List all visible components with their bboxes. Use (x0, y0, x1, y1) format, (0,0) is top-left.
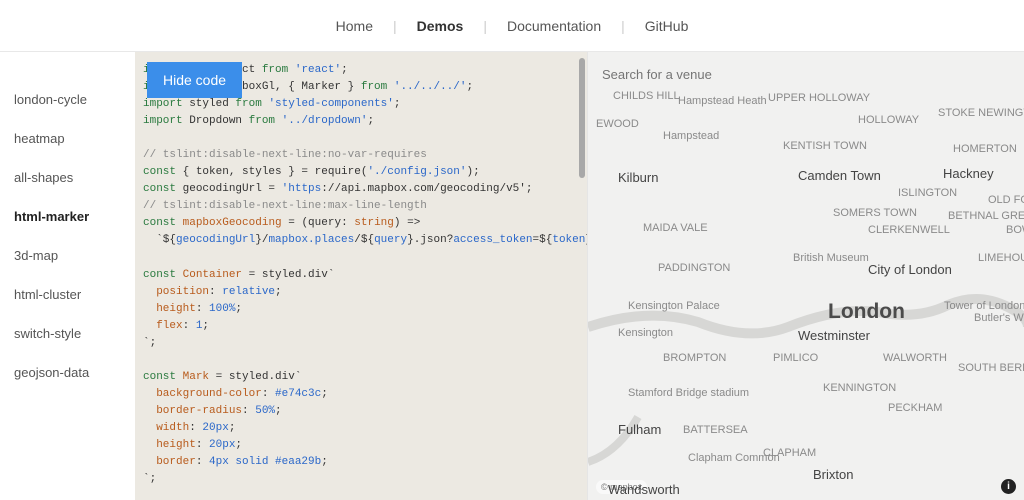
search-input[interactable] (602, 58, 1010, 90)
map-label: Hackney (943, 166, 994, 181)
code-block[interactable]: import * as React from 'react'; import R… (143, 62, 573, 500)
map-label: City of London (868, 262, 952, 277)
map-label: KENNINGTON (823, 382, 896, 394)
map-label: Hampstead Heath (678, 95, 767, 107)
map-label: Wandsworth (608, 482, 680, 497)
map-label: HOMERTON (953, 143, 1017, 155)
map-label: Westminster (798, 328, 870, 343)
nav-home[interactable]: Home (334, 14, 375, 38)
map-label: Clapham Common (688, 452, 780, 464)
map-label: CLERKENWELL (868, 224, 950, 236)
nav-separator: | (483, 18, 487, 34)
map-label: BATTERSEA (683, 424, 748, 436)
sidebar-item-london-cycle[interactable]: london-cycle (14, 80, 121, 119)
map-label: Kensington (618, 327, 673, 339)
sidebar-item-html-cluster[interactable]: html-cluster (14, 275, 121, 314)
map-label: HOLLOWAY (858, 114, 919, 126)
map-label: British Museum (793, 252, 869, 264)
top-nav: Home | Demos | Documentation | GitHub (0, 0, 1024, 52)
map-label: Brixton (813, 467, 853, 482)
nav-separator: | (621, 18, 625, 34)
map-label: Kensington Palace (628, 300, 720, 312)
map-label: STOKE NEWINGTON (938, 107, 1024, 119)
sidebar-item-html-marker[interactable]: html-marker (14, 197, 121, 236)
map-label: BROMPTON (663, 352, 726, 364)
map-label: BOW (1006, 224, 1024, 236)
map-label: MAIDA VALE (643, 222, 708, 234)
map-label: Camden Town (798, 168, 881, 183)
map-label: ISLINGTON (898, 187, 957, 199)
sidebar: london-cycleheatmapall-shapeshtml-marker… (0, 52, 135, 500)
map-label: EWOOD (596, 118, 639, 130)
map-label: PADDINGTON (658, 262, 730, 274)
scrollbar[interactable] (579, 58, 585, 178)
main: london-cycleheatmapall-shapeshtml-marker… (0, 52, 1024, 500)
sidebar-item-all-shapes[interactable]: all-shapes (14, 158, 121, 197)
map-label: LIMEHOUSE (978, 252, 1024, 264)
code-panel: Hide code import * as React from 'react'… (135, 52, 587, 500)
map-label: Butler's Wharf (974, 312, 1024, 324)
map-label: WALWORTH (883, 352, 947, 364)
nav-separator: | (393, 18, 397, 34)
sidebar-item-geojson-data[interactable]: geojson-data (14, 353, 121, 392)
sidebar-item-heatmap[interactable]: heatmap (14, 119, 121, 158)
map-label: BETHNAL GREEN (948, 210, 1024, 222)
map-panel[interactable]: © mapbox i LondonCity of LondonWestminst… (587, 52, 1024, 500)
map-label: UPPER HOLLOWAY (768, 92, 870, 104)
sidebar-item-3d-map[interactable]: 3d-map (14, 236, 121, 275)
map-label: CHILDS HILL (613, 90, 680, 102)
nav-github[interactable]: GitHub (643, 14, 691, 38)
info-icon[interactable]: i (1001, 479, 1016, 494)
map-label: Tower of London (944, 300, 1024, 312)
map-label: PIMLICO (773, 352, 818, 364)
map-label: Kilburn (618, 170, 658, 185)
map-label: London (828, 300, 905, 324)
map-label: PECKHAM (888, 402, 942, 414)
sidebar-item-switch-style[interactable]: switch-style (14, 314, 121, 353)
nav-demos[interactable]: Demos (415, 14, 466, 38)
map-label: OLD FORD (988, 194, 1024, 206)
map-label: SOMERS TOWN (833, 207, 917, 219)
map-label: SOUTH BERMONDSEY (958, 362, 1024, 374)
map-label: KENTISH TOWN (783, 140, 867, 152)
hide-code-button[interactable]: Hide code (147, 62, 242, 98)
map-label: Stamford Bridge stadium (628, 387, 749, 399)
nav-documentation[interactable]: Documentation (505, 14, 603, 38)
map-label: Fulham (618, 422, 661, 437)
map-label: Hampstead (663, 130, 719, 142)
